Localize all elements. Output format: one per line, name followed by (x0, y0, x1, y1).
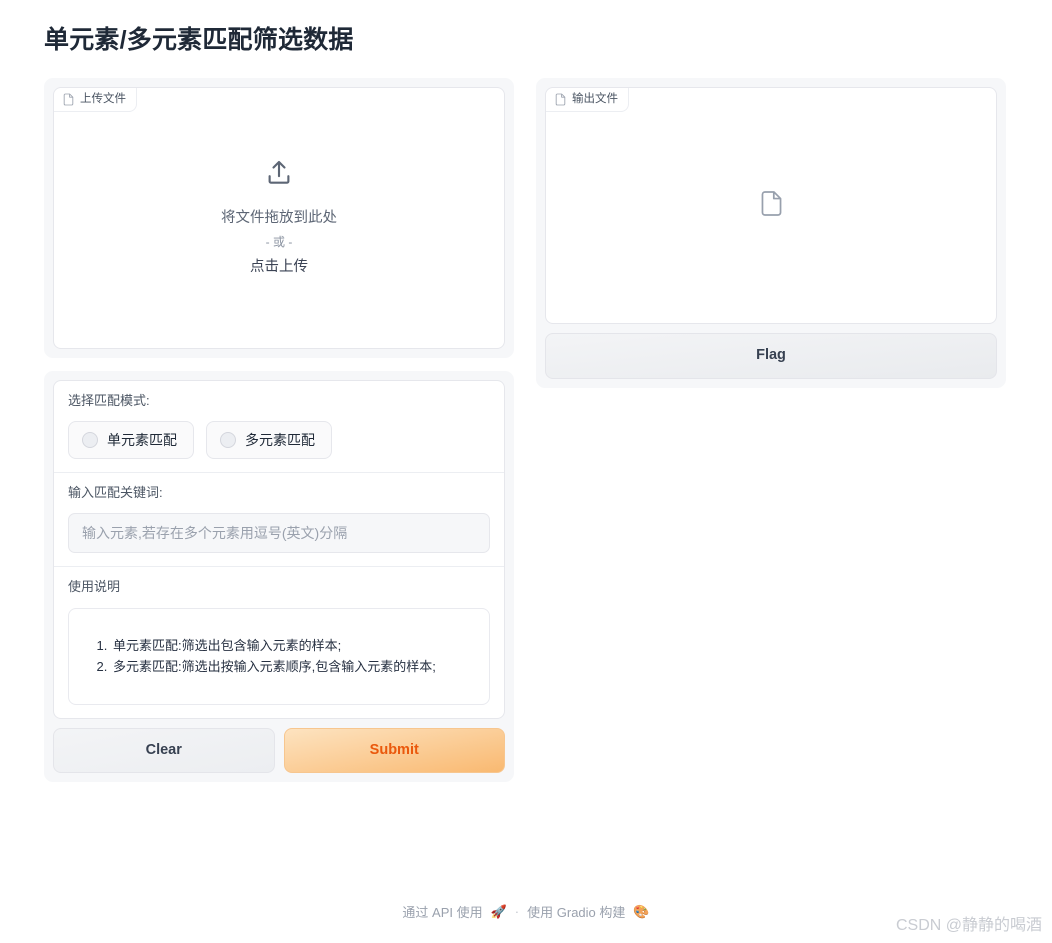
keyword-label: 输入匹配关键词: (68, 484, 163, 500)
list-item: 多元素匹配:筛选出按输入元素顺序,包含输入元素的样本; (111, 656, 471, 677)
gradio-logo-icon: 🎨 (633, 903, 650, 919)
radio-indicator[interactable] (82, 431, 98, 448)
dropzone-content: 将文件拖放到此处 - 或 - 点击上传 (54, 88, 504, 348)
radio-option-single-element[interactable]: 单元素匹配 (68, 420, 194, 459)
radio-option-label: 多元素匹配 (245, 431, 315, 448)
flag-button[interactable]: Flag (545, 333, 997, 379)
right-column: 输出文件 Flag (536, 78, 1006, 388)
page-title: 单元素/多元素匹配筛选数据 (44, 26, 354, 54)
upload-block-label-text: 上传文件 (80, 92, 126, 105)
file-icon (63, 93, 74, 106)
instructions-list: 单元素匹配:筛选出包含输入元素的样本; 多元素匹配:筛选出按输入元素顺序,包含输… (87, 635, 471, 678)
click-to-upload-text[interactable]: 点击上传 (250, 256, 308, 278)
app-container: 上传文件 将文件拖放到此处 - 或 - 点击上传 选择匹配模式: 单元素匹配 多… (0, 56, 1052, 783)
radio-indicator[interactable] (220, 431, 236, 448)
output-file-box[interactable]: 输出文件 (545, 87, 997, 324)
instructions-row: 使用说明 单元素匹配:筛选出包含输入元素的样本; 多元素匹配:筛选出按输入元素顺… (54, 567, 504, 718)
output-empty-state (546, 88, 996, 323)
file-upload-dropzone[interactable]: 上传文件 将文件拖放到此处 - 或 - 点击上传 (53, 87, 505, 349)
upload-panel: 上传文件 将文件拖放到此处 - 或 - 点击上传 (44, 78, 514, 358)
match-mode-row: 选择匹配模式: 单元素匹配 多元素匹配 (54, 381, 504, 473)
use-via-api-link[interactable]: 通过 API 使用 (402, 902, 482, 921)
upload-icon (264, 158, 294, 193)
radio-option-label: 单元素匹配 (107, 431, 177, 448)
rocket-icon: 🚀 (490, 903, 507, 919)
match-mode-radio-group[interactable]: 单元素匹配 多元素匹配 (68, 420, 490, 459)
instructions-accordion-header[interactable]: 使用说明 (68, 579, 490, 596)
drop-or-text: - 或 - (265, 235, 293, 250)
footer: 通过 API 使用 🚀 · 使用 Gradio 构建 🎨 (0, 902, 1052, 921)
output-panel: 输出文件 Flag (536, 78, 1006, 388)
keyword-row: 输入匹配关键词: (54, 473, 504, 567)
file-icon (555, 93, 566, 106)
left-column: 上传文件 将文件拖放到此处 - 或 - 点击上传 选择匹配模式: 单元素匹配 多… (44, 78, 514, 783)
form-group: 选择匹配模式: 单元素匹配 多元素匹配 输入匹配关键词: 输入元素,若存在多个元… (53, 380, 505, 719)
watermark: CSDN @静静的喝酒 (895, 917, 1042, 934)
output-block-label-text: 输出文件 (572, 92, 618, 105)
submit-button[interactable]: Submit (283, 727, 505, 774)
radio-option-multi-element[interactable]: 多元素匹配 (206, 420, 332, 459)
footer-separator: · (514, 904, 520, 919)
output-block-label: 输出文件 (546, 88, 629, 112)
clear-button[interactable]: Clear (53, 727, 275, 774)
keyword-input[interactable] (68, 512, 490, 553)
match-mode-label: 选择匹配模式: (68, 393, 150, 408)
drop-hint-text: 将文件拖放到此处 (221, 209, 337, 226)
list-item: 单元素匹配:筛选出包含输入元素的样本; (111, 635, 471, 656)
built-with-gradio-link[interactable]: 使用 Gradio 构建 (527, 902, 625, 921)
instructions-accordion-body: 单元素匹配:筛选出包含输入元素的样本; 多元素匹配:筛选出按输入元素顺序,包含输… (68, 607, 490, 705)
upload-block-label: 上传文件 (54, 88, 137, 112)
file-icon (760, 190, 783, 222)
action-button-row: Clear Submit (53, 727, 505, 774)
form-panel: 选择匹配模式: 单元素匹配 多元素匹配 输入匹配关键词: 输入元素,若存在多个元… (44, 371, 514, 783)
